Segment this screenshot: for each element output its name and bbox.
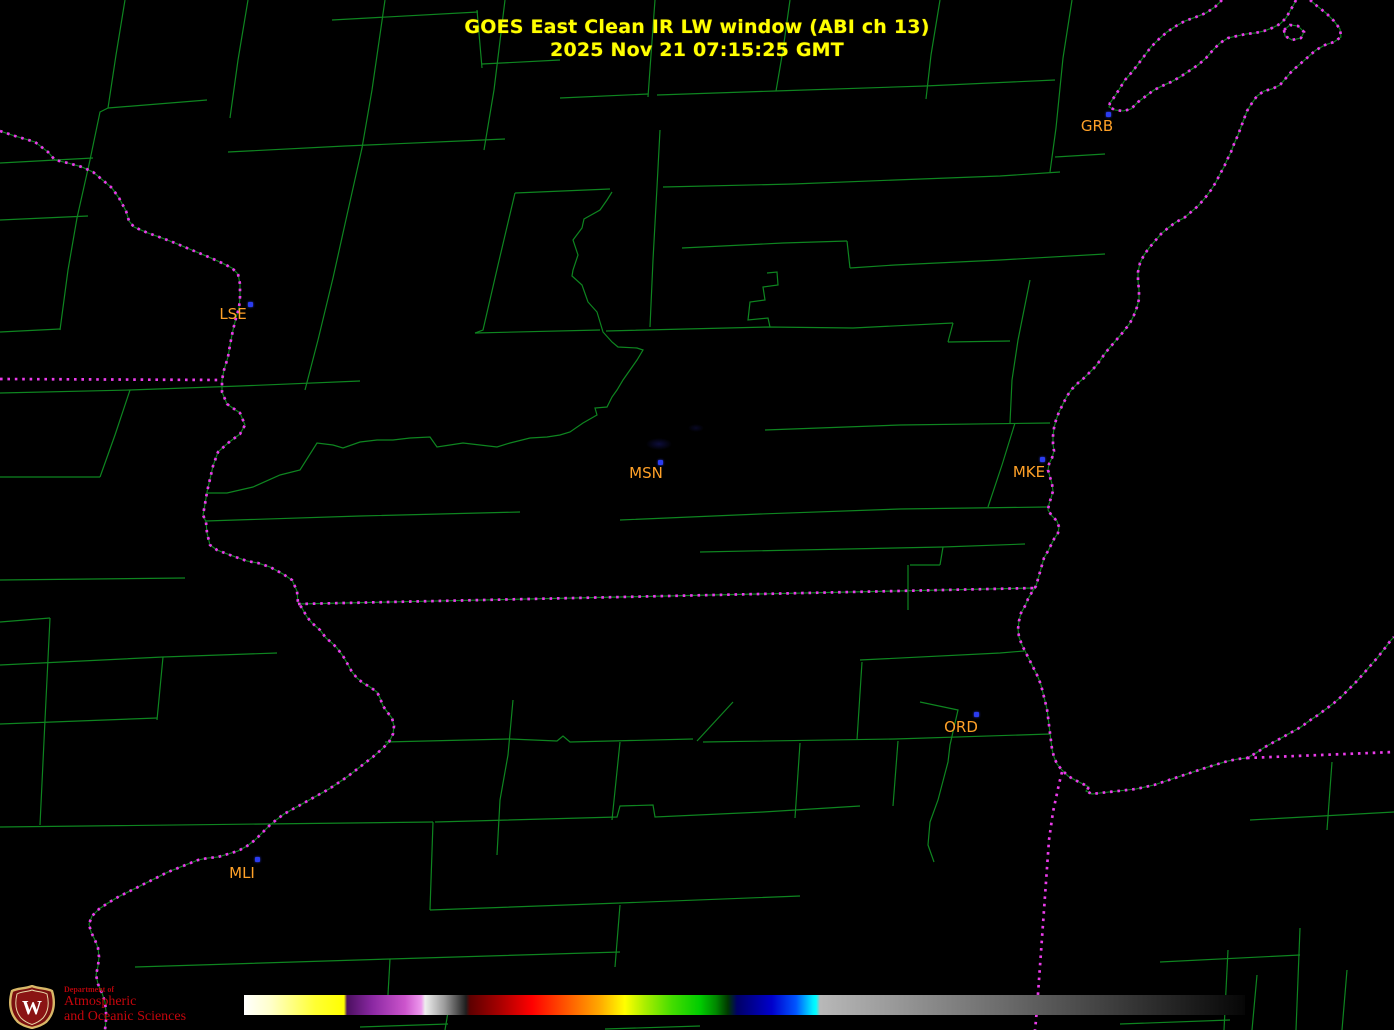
station-label: ORD (944, 718, 978, 736)
logo-text: Department of Atmospheric and Oceanic Sc… (64, 985, 186, 1024)
county-line (1326, 761, 1333, 831)
county-line (656, 79, 1056, 96)
county-line (0, 577, 186, 581)
county-line (1341, 969, 1348, 1030)
satellite-image-viewport: GOES East Clean IR LW window (ABI ch 13)… (0, 0, 1394, 1030)
county-line (1054, 153, 1106, 158)
station-label: MKE (1012, 463, 1046, 481)
station-dot (1040, 457, 1045, 462)
county-line (474, 329, 601, 334)
shoreline-underlay (1017, 0, 1394, 795)
county-line (359, 1023, 449, 1028)
county-line (605, 322, 954, 332)
county-line (681, 240, 848, 249)
county-line (384, 735, 694, 743)
county-line (0, 652, 278, 666)
county-line (0, 617, 51, 623)
county-line (987, 422, 1016, 508)
uw-crest-icon: W (9, 985, 55, 1029)
station-label: MSN (629, 464, 663, 482)
county-line (696, 701, 734, 742)
county-line (559, 93, 649, 99)
image-timestamp: 2025 Nov 21 07:15:25 GMT (550, 39, 844, 61)
satellite-map-canvas (0, 0, 1394, 1030)
faint-cloud-pixel (688, 424, 704, 432)
state-border-line (1246, 750, 1394, 760)
county-line (856, 661, 863, 741)
county-line (849, 253, 1106, 269)
station-dot (255, 857, 260, 862)
county-line (892, 740, 899, 807)
svg-text:W: W (22, 997, 42, 1019)
county-line (699, 543, 1026, 553)
county-line (614, 904, 621, 968)
county-line (764, 422, 1051, 431)
county-line (207, 191, 644, 494)
county-line (156, 656, 164, 721)
county-line (134, 951, 621, 968)
station-label: GRB (1080, 117, 1114, 135)
station-dot (248, 302, 253, 307)
state-border-line (0, 129, 396, 1030)
ir-temperature-colorbar (244, 995, 1245, 1015)
logo-name-line1: Atmospheric (64, 994, 137, 1009)
county-line (39, 617, 51, 826)
county-line (662, 171, 1061, 188)
county-line (0, 821, 434, 828)
station-label: LSE (219, 305, 247, 323)
county-line (514, 188, 611, 194)
county-line (1119, 1019, 1231, 1025)
county-line (1223, 949, 1229, 1030)
faint-cloud-pixel (646, 438, 672, 450)
county-line (0, 157, 94, 164)
county-line (0, 717, 158, 725)
county-line (107, 99, 208, 109)
county-line (794, 742, 801, 819)
county-line (297, 587, 1036, 605)
county-line (702, 733, 1051, 743)
county-line (846, 240, 851, 269)
county-line (604, 1025, 701, 1030)
county-line (496, 699, 514, 856)
county-line (1295, 927, 1301, 1030)
logo-name-line2: and Oceanic Sciences (64, 1009, 187, 1024)
image-title: GOES East Clean IR LW window (ABI ch 13) (464, 16, 930, 38)
logo-dept-line: Department of (64, 985, 114, 994)
station-label: MLI (229, 864, 255, 882)
county-line (1249, 811, 1394, 821)
county-line (0, 328, 61, 333)
shoreline-underlay (0, 130, 395, 1030)
county-line (474, 192, 516, 334)
station-dot (974, 712, 979, 717)
county-line (1159, 954, 1301, 963)
state-border-line (1016, 0, 1394, 796)
county-line (649, 129, 661, 328)
county-line (0, 215, 89, 221)
uw-aos-logo: W Department of Atmospheric and Oceanic … (6, 985, 186, 1029)
county-line (747, 271, 779, 328)
county-line (947, 322, 954, 343)
county-line (1009, 279, 1031, 424)
county-line (859, 650, 1025, 661)
county-line (227, 138, 506, 153)
county-line (1251, 974, 1258, 1030)
county-line (939, 546, 944, 566)
county-line (429, 895, 801, 911)
county-line (947, 340, 1011, 343)
county-line (205, 511, 521, 522)
state-border-line (1033, 771, 1064, 1030)
image-title-block: GOES East Clean IR LW window (ABI ch 13)… (0, 16, 1394, 62)
state-border-line (0, 377, 223, 382)
county-line (99, 389, 131, 478)
county-line (429, 821, 434, 911)
county-line (619, 506, 1048, 521)
